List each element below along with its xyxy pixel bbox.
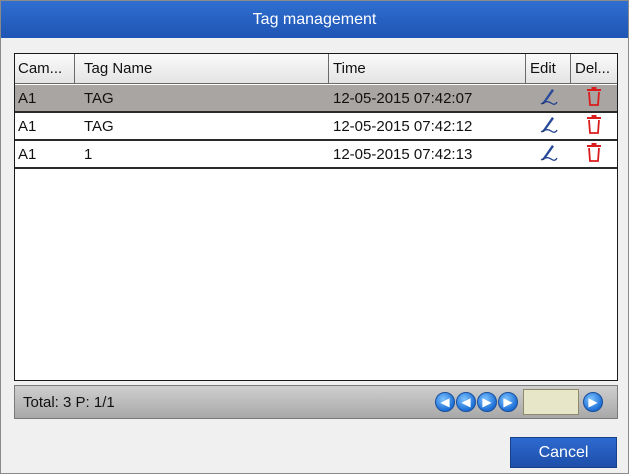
column-header-time[interactable]: Time <box>329 54 526 84</box>
trash-icon[interactable] <box>585 114 603 138</box>
cell-camera: A1 <box>18 145 37 163</box>
edit-pen-icon[interactable] <box>539 86 559 110</box>
trash-icon[interactable] <box>585 86 603 110</box>
edit-cell <box>526 142 571 166</box>
pagination-bar: Total: 3 P: 1/1 ◀ ◀ ▶ ▶ ▶ <box>14 385 618 419</box>
column-header-camera[interactable]: Cam... <box>15 54 75 84</box>
edit-cell <box>526 86 571 110</box>
cell-time: 12-05-2015 07:42:12 <box>333 117 473 135</box>
delete-cell <box>571 86 617 110</box>
tag-table: Cam... Tag Name Time Edit Del... A1 TAG … <box>14 53 618 381</box>
edit-pen-icon[interactable] <box>539 142 559 166</box>
last-page-icon[interactable]: ▶ <box>498 392 518 412</box>
first-page-icon[interactable]: ◀ <box>435 392 455 412</box>
page-number-input[interactable] <box>523 389 579 415</box>
cell-tag-name: TAG <box>84 89 114 107</box>
table-body: A1 TAG 12-05-2015 07:42:07 A1 TAG 12-05-… <box>15 85 617 169</box>
delete-cell <box>571 114 617 138</box>
cell-camera: A1 <box>18 89 37 107</box>
cell-camera: A1 <box>18 117 37 135</box>
dialog-title: Tag management <box>1 1 628 38</box>
tag-management-dialog: Tag management Cam... Tag Name Time Edit… <box>0 0 629 474</box>
table-row[interactable]: A1 1 12-05-2015 07:42:13 <box>15 141 617 169</box>
cancel-button[interactable]: Cancel <box>510 437 617 468</box>
cell-tag-name: TAG <box>84 117 114 135</box>
table-row[interactable]: A1 TAG 12-05-2015 07:42:07 <box>15 85 617 113</box>
next-page-icon[interactable]: ▶ <box>477 392 497 412</box>
column-header-edit[interactable]: Edit <box>526 54 571 84</box>
column-header-tag-name[interactable]: Tag Name <box>75 54 329 84</box>
cell-time: 12-05-2015 07:42:07 <box>333 89 473 107</box>
go-page-icon[interactable]: ▶ <box>583 392 603 412</box>
column-header-delete[interactable]: Del... <box>571 54 617 84</box>
table-header: Cam... Tag Name Time Edit Del... <box>15 54 617 84</box>
edit-pen-icon[interactable] <box>539 114 559 138</box>
cell-time: 12-05-2015 07:42:13 <box>333 145 473 163</box>
prev-page-icon[interactable]: ◀ <box>456 392 476 412</box>
total-count-label: Total: 3 P: 1/1 <box>23 393 115 411</box>
delete-cell <box>571 142 617 166</box>
trash-icon[interactable] <box>585 142 603 166</box>
table-row[interactable]: A1 TAG 12-05-2015 07:42:12 <box>15 113 617 141</box>
cell-tag-name: 1 <box>84 145 93 163</box>
edit-cell <box>526 114 571 138</box>
